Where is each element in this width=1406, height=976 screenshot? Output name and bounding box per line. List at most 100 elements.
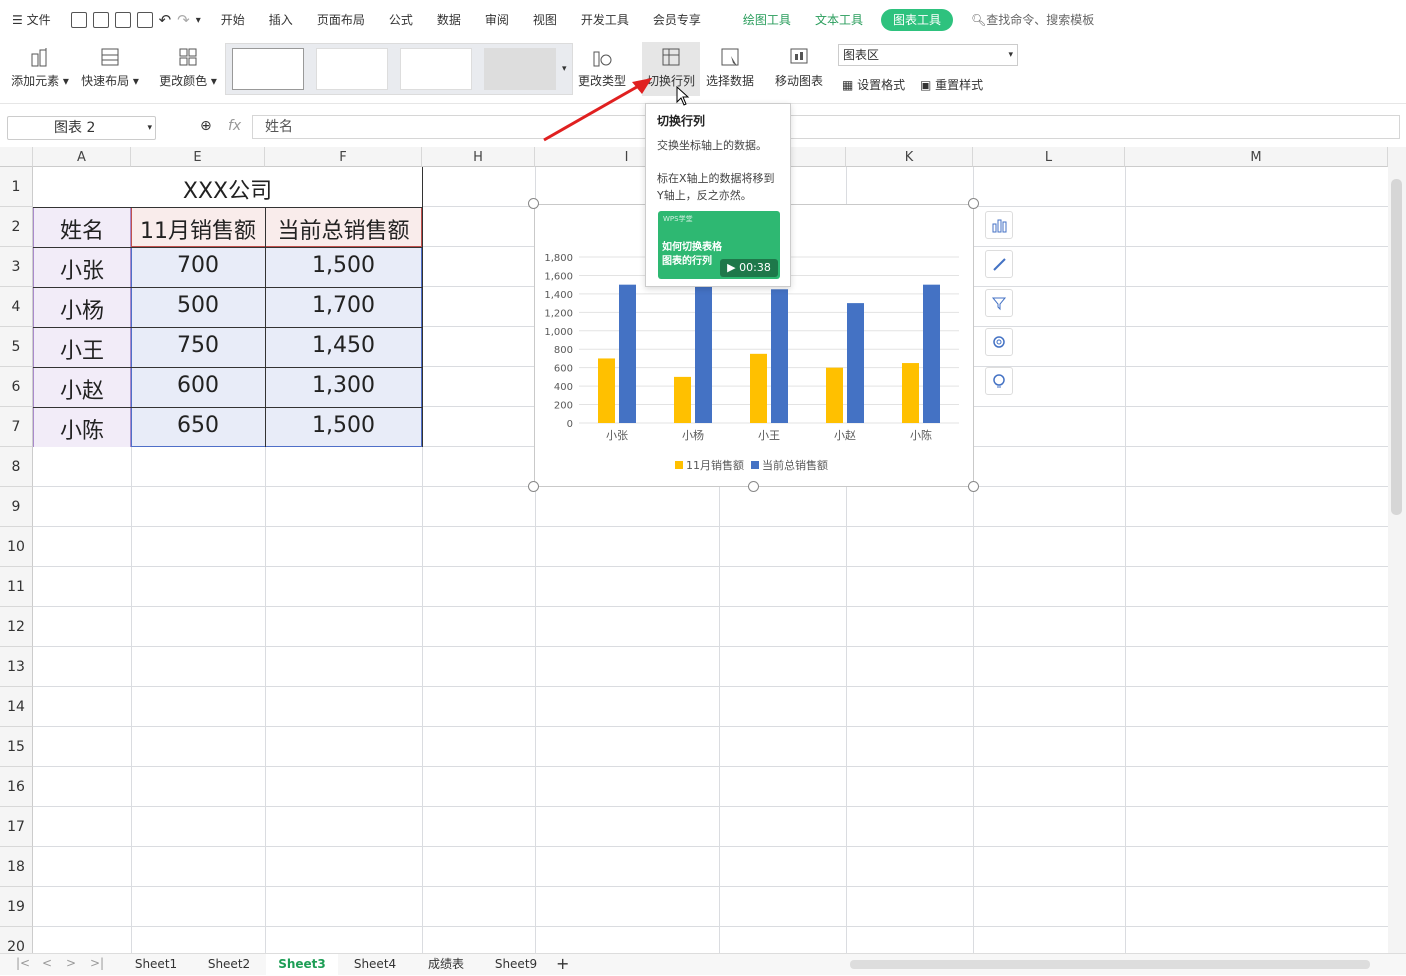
- add-sheet-icon[interactable]: +: [556, 954, 569, 973]
- chart-style-button[interactable]: [985, 250, 1013, 278]
- chart-elements-button[interactable]: [985, 211, 1013, 239]
- redo-icon[interactable]: ↷: [177, 11, 190, 29]
- chart-element-select[interactable]: 图表区 ▾: [838, 44, 1018, 66]
- formula-input[interactable]: 姓名: [252, 115, 1400, 139]
- row-header-14[interactable]: 14: [0, 687, 33, 727]
- resize-handle-bm[interactable]: [748, 481, 759, 492]
- tab-developer[interactable]: 开发工具: [569, 0, 641, 40]
- tab-drawing-tools[interactable]: 绘图工具: [731, 0, 803, 40]
- zoom-icon[interactable]: ⊕: [200, 118, 212, 134]
- cell-november-sales[interactable]: 600: [131, 373, 265, 398]
- vertical-scrollbar[interactable]: [1388, 147, 1406, 953]
- col-header-k[interactable]: K: [846, 147, 973, 167]
- change-color-button[interactable]: 更改颜色 ▾: [158, 46, 218, 89]
- cell-name[interactable]: 小赵: [33, 373, 131, 405]
- tab-member[interactable]: 会员专享: [641, 0, 713, 40]
- header-name[interactable]: 姓名: [33, 213, 131, 245]
- prev-sheet-icon[interactable]: <: [42, 956, 52, 970]
- last-sheet-icon[interactable]: >|: [90, 956, 104, 970]
- chart-filter-button[interactable]: [985, 289, 1013, 317]
- reset-style-button[interactable]: ▣ 重置样式: [920, 76, 983, 93]
- select-all-corner[interactable]: [0, 147, 33, 167]
- row-header-9[interactable]: 9: [0, 487, 33, 527]
- cell-total-sales[interactable]: 1,500: [265, 413, 422, 438]
- add-element-button[interactable]: 添加元素 ▾: [10, 46, 70, 89]
- cell-total-sales[interactable]: 1,300: [265, 373, 422, 398]
- cell-name[interactable]: 小王: [33, 333, 131, 365]
- cell-november-sales[interactable]: 700: [131, 253, 265, 278]
- vertical-scroll-thumb[interactable]: [1391, 179, 1402, 515]
- row-header-2[interactable]: 2: [0, 207, 33, 247]
- horizontal-scrollbar[interactable]: [850, 960, 1370, 969]
- cell-total-sales[interactable]: 1,500: [265, 253, 422, 278]
- chart-settings-button[interactable]: [985, 328, 1013, 356]
- row-header-19[interactable]: 19: [0, 887, 33, 927]
- chart-style-3[interactable]: [400, 48, 472, 90]
- chart-suggest-button[interactable]: [985, 367, 1013, 395]
- cell-name[interactable]: 小杨: [33, 293, 131, 325]
- tab-review[interactable]: 审阅: [473, 0, 521, 40]
- row-header-5[interactable]: 5: [0, 327, 33, 367]
- cell-november-sales[interactable]: 650: [131, 413, 265, 438]
- row-header-10[interactable]: 10: [0, 527, 33, 567]
- row-header-1[interactable]: 1: [0, 167, 33, 207]
- header-november-sales[interactable]: 11月销售额: [131, 213, 265, 245]
- chart-style-1[interactable]: [232, 48, 304, 90]
- file-menu[interactable]: ☰ 文件: [0, 0, 63, 40]
- print-icon[interactable]: [114, 12, 131, 28]
- tab-formula[interactable]: 公式: [377, 0, 425, 40]
- sheet-tab-1[interactable]: Sheet1: [120, 954, 192, 976]
- quick-layout-button[interactable]: 快速布局 ▾: [80, 46, 140, 89]
- sheet-tab-9[interactable]: Sheet9: [480, 954, 552, 976]
- resize-handle-tr[interactable]: [968, 198, 979, 209]
- tab-page-layout[interactable]: 页面布局: [305, 0, 377, 40]
- row-header-6[interactable]: 6: [0, 367, 33, 407]
- row-header-12[interactable]: 12: [0, 607, 33, 647]
- cell-total-sales[interactable]: 1,450: [265, 333, 422, 358]
- header-total-sales[interactable]: 当前总销售额: [265, 213, 422, 245]
- tutorial-video[interactable]: WPS学堂 如何切换表格 图表的行列 ▶ 00:38: [658, 211, 780, 279]
- tab-text-tools[interactable]: 文本工具: [803, 0, 875, 40]
- save-icon[interactable]: [70, 12, 87, 28]
- row-header-7[interactable]: 7: [0, 407, 33, 447]
- cell-november-sales[interactable]: 500: [131, 293, 265, 318]
- preview-icon[interactable]: [136, 12, 153, 28]
- cell-name[interactable]: 小陈: [33, 413, 131, 445]
- fx-icon[interactable]: fx: [228, 118, 241, 134]
- row-header-20[interactable]: 20: [0, 927, 33, 953]
- row-header-4[interactable]: 4: [0, 287, 33, 327]
- tab-home[interactable]: 开始: [209, 0, 257, 40]
- name-box[interactable]: 图表 2 ▾: [7, 116, 156, 140]
- cell-total-sales[interactable]: 1,700: [265, 293, 422, 318]
- resize-handle-tl[interactable]: [528, 198, 539, 209]
- row-header-16[interactable]: 16: [0, 767, 33, 807]
- undo-icon[interactable]: ↶: [159, 11, 172, 29]
- sheet-tab-4[interactable]: Sheet4: [339, 954, 411, 976]
- tab-chart-tools[interactable]: 图表工具: [880, 9, 953, 31]
- move-chart-button[interactable]: 移动图表: [772, 46, 826, 89]
- select-data-button[interactable]: 选择数据: [704, 46, 756, 89]
- sheet-tab-3[interactable]: Sheet3: [266, 954, 338, 976]
- next-sheet-icon[interactable]: >: [66, 956, 76, 970]
- row-header-11[interactable]: 11: [0, 567, 33, 607]
- row-header-3[interactable]: 3: [0, 247, 33, 287]
- col-header-m[interactable]: M: [1125, 147, 1388, 167]
- sheet-tab-grades[interactable]: 成绩表: [410, 954, 482, 976]
- row-header-18[interactable]: 18: [0, 847, 33, 887]
- search-box[interactable]: 🔍︎查找命令、搜索模板: [959, 0, 1106, 40]
- col-header-e[interactable]: E: [131, 147, 265, 167]
- row-header-13[interactable]: 13: [0, 647, 33, 687]
- chart-style-2[interactable]: [316, 48, 388, 90]
- row-header-15[interactable]: 15: [0, 727, 33, 767]
- cell-november-sales[interactable]: 750: [131, 333, 265, 358]
- row-header-8[interactable]: 8: [0, 447, 33, 487]
- cell-name[interactable]: 小张: [33, 253, 131, 285]
- sheet-tab-2[interactable]: Sheet2: [193, 954, 265, 976]
- set-format-button[interactable]: ▦ 设置格式: [842, 76, 905, 93]
- resize-handle-bl[interactable]: [528, 481, 539, 492]
- tab-insert[interactable]: 插入: [257, 0, 305, 40]
- first-sheet-icon[interactable]: |<: [16, 956, 30, 970]
- tab-view[interactable]: 视图: [521, 0, 569, 40]
- chevron-down-icon[interactable]: ▾: [196, 15, 201, 26]
- tab-data[interactable]: 数据: [425, 0, 473, 40]
